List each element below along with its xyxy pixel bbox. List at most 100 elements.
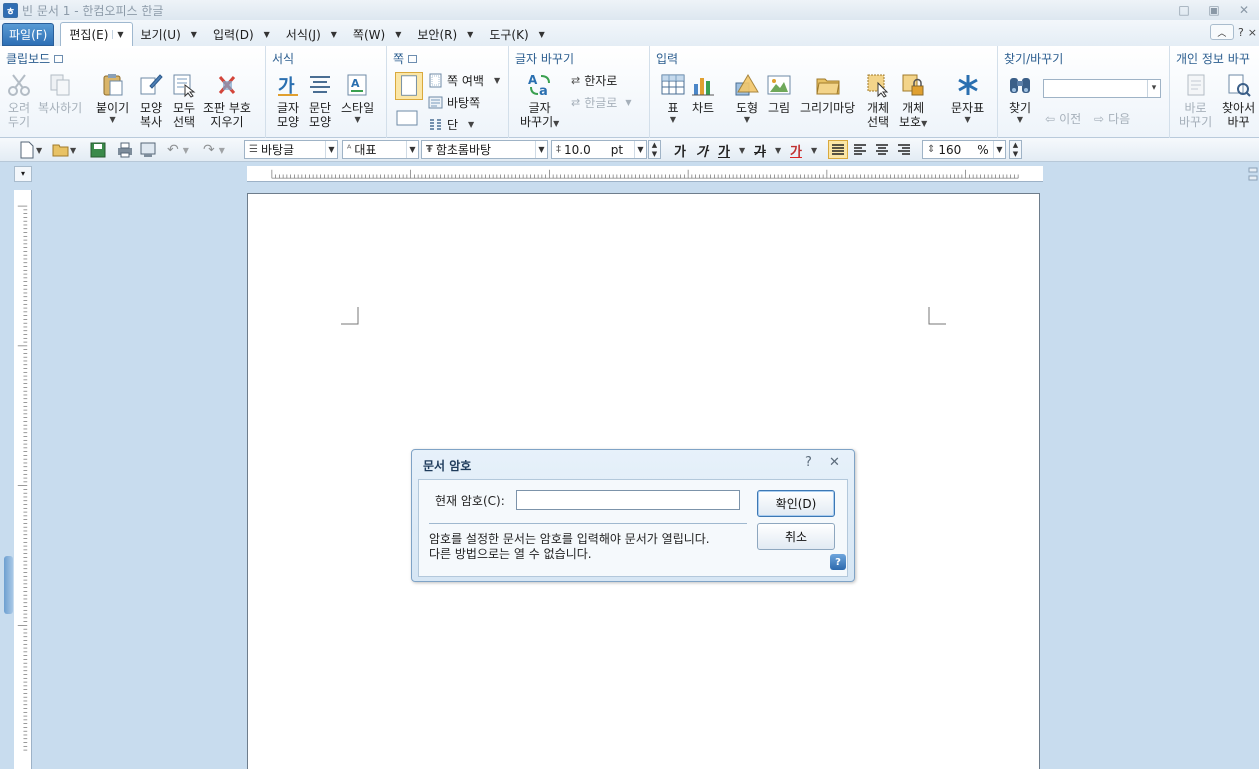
menu-tab-security[interactable]: 보안(R) ▼ <box>409 22 481 46</box>
chevron-down-icon[interactable]: ▼ <box>739 146 745 155</box>
new-doc-button[interactable]: ▼ <box>18 140 42 160</box>
help-question-icon[interactable]: ? <box>830 554 846 570</box>
align-justify-button[interactable] <box>828 140 848 159</box>
align-left-button[interactable] <box>850 140 870 159</box>
ok-button[interactable]: 확인(D) <box>757 490 835 517</box>
close-button[interactable]: ✕ <box>1229 0 1259 20</box>
chevron-down-icon[interactable]: ▼ <box>36 146 42 155</box>
privacy-quick-replace-button[interactable]: 바로 바꾸기 <box>1179 72 1212 129</box>
page-setup-icon[interactable] <box>395 72 423 100</box>
to-hanja-button[interactable]: ⇄ 한자로 <box>571 72 617 89</box>
menu-tab-format[interactable]: 서식(J) ▼ <box>278 22 345 46</box>
zoom-combo[interactable]: ⇕ 160% ▼ <box>922 140 1006 159</box>
preview-button[interactable] <box>139 140 157 160</box>
menu-tab-page[interactable]: 쪽(W) ▼ <box>345 22 409 46</box>
char-replace-button[interactable]: Aa 글자 바꾸기▼ <box>520 72 559 129</box>
para-shape-button[interactable]: 문단 모양 <box>307 72 333 129</box>
chevron-down-icon[interactable]: ▼ <box>535 141 547 158</box>
restore-button[interactable]: ▣ <box>1199 0 1229 20</box>
side-panel-handle[interactable] <box>4 556 13 614</box>
paste-button[interactable]: 붙이기 ▼ <box>96 72 129 124</box>
group-expand-icon[interactable] <box>54 54 64 63</box>
doc-close-button[interactable]: × <box>1248 26 1257 39</box>
cut-button[interactable]: 오려 두기 <box>6 72 32 129</box>
chart-button[interactable]: 차트 <box>690 72 716 115</box>
symbols-button[interactable]: 문자표 ▼ <box>951 72 984 124</box>
language-combo[interactable]: ᴬ 대표 ▼ <box>342 140 419 159</box>
char-shape-button[interactable]: 가 글자 모양 <box>275 72 301 129</box>
menu-tab-insert[interactable]: 입력(D) ▼ <box>205 22 278 46</box>
privacy-find-replace-button[interactable]: 찾아서 바꾸 <box>1222 72 1255 129</box>
chevron-down-icon[interactable]: ▼ <box>811 146 817 155</box>
print-button[interactable] <box>116 140 134 160</box>
hwp-app-icon[interactable]: ㅎ <box>3 2 18 18</box>
split-view-icon[interactable] <box>1247 166 1259 196</box>
font-color-button[interactable]: 가 <box>790 141 802 160</box>
object-select-button[interactable]: 개체 선택 <box>865 72 891 129</box>
dialog-close-button[interactable]: ✕ <box>829 455 840 470</box>
drawing-button[interactable]: 그리기마당 <box>800 72 855 115</box>
zoom-spinner[interactable]: ▲ ▼ <box>1009 140 1022 159</box>
font-size-spinner[interactable]: ▲ ▼ <box>648 140 661 159</box>
page-orientation-icon[interactable] <box>395 108 419 128</box>
clear-marks-button[interactable]: 조판 부호 지우기 <box>203 72 251 129</box>
chevron-down-icon[interactable]: ▼ <box>744 115 750 124</box>
spin-up-icon[interactable]: ▲ <box>652 141 657 149</box>
menu-tab-tools[interactable]: 도구(K) ▼ <box>481 22 552 46</box>
chevron-down-icon[interactable]: ▼ <box>109 115 115 124</box>
chevron-down-icon[interactable]: ▼ <box>325 141 337 158</box>
menu-tab-edit[interactable]: 편집(E) ▼ <box>60 22 133 46</box>
chevron-down-icon[interactable]: ▼ <box>775 146 781 155</box>
to-hangul-button[interactable]: ⇄ 한글로 ▼ <box>571 94 632 111</box>
page-margin-button[interactable]: 쪽 여백 ▼ <box>428 72 500 89</box>
spin-down-icon[interactable]: ▼ <box>1013 150 1018 158</box>
style-button[interactable]: A 스타일 ▼ <box>341 72 374 124</box>
minimize-button[interactable]: □ <box>1169 0 1199 20</box>
master-page-button[interactable]: 바탕쪽 <box>428 94 480 111</box>
chevron-down-icon[interactable]: ▼ <box>70 146 76 155</box>
align-right-button[interactable] <box>894 140 914 159</box>
format-painter-button[interactable]: 모양 복사 <box>138 72 164 129</box>
style-combo[interactable]: ☰ 바탕글 ▼ <box>244 140 338 159</box>
table-button[interactable]: 표 ▼ <box>660 72 686 124</box>
find-button[interactable]: 찾기 ▼ <box>1007 72 1033 124</box>
strikethrough-button[interactable]: 가 <box>754 141 766 160</box>
copy-button[interactable]: 복사하기 <box>38 72 82 115</box>
find-text-combo[interactable] <box>1043 79 1161 98</box>
group-expand-icon[interactable] <box>408 54 418 63</box>
select-all-button[interactable]: 모두 선택 <box>171 72 197 129</box>
ruler-toggle-button[interactable]: ▾ <box>14 166 32 182</box>
dialog-help-button[interactable]: ? <box>805 455 812 470</box>
font-size-combo[interactable]: ‡ 10.0 pt ▼ <box>551 140 647 159</box>
cancel-button[interactable]: 취소 <box>757 523 835 550</box>
redo-button[interactable]: ↷ ▼ <box>203 140 225 160</box>
underline-button[interactable]: 가 <box>718 141 730 160</box>
spin-down-icon[interactable]: ▼ <box>652 150 657 158</box>
font-combo[interactable]: Ŧ 함초롬바탕 ▼ <box>421 140 548 159</box>
italic-button[interactable]: 가 <box>696 141 708 160</box>
help-button[interactable]: ? <box>1238 26 1244 39</box>
undo-button[interactable]: ↶ ▼ <box>167 140 189 160</box>
chevron-down-icon[interactable]: ▼ <box>553 119 559 128</box>
vertical-ruler[interactable] <box>14 190 32 769</box>
current-password-input[interactable] <box>516 490 740 510</box>
columns-button[interactable]: 단 ▼ <box>428 116 474 133</box>
chevron-down-icon[interactable]: ▼ <box>670 115 676 124</box>
ribbon-collapse-button[interactable]: ︿ <box>1209 24 1234 40</box>
spin-up-icon[interactable]: ▲ <box>1013 141 1018 149</box>
chevron-down-icon[interactable]: ▼ <box>993 141 1005 158</box>
chevron-down-icon[interactable]: ▼ <box>1017 115 1023 124</box>
chevron-down-icon[interactable]: ▼ <box>921 119 927 128</box>
horizontal-ruler[interactable] <box>247 166 1043 182</box>
chevron-down-icon[interactable]: ▼ <box>112 30 124 39</box>
chevron-down-icon[interactable]: ▼ <box>634 141 646 158</box>
chevron-down-icon[interactable]: ▼ <box>964 115 970 124</box>
save-button[interactable] <box>89 140 107 160</box>
chevron-down-icon[interactable]: ▼ <box>354 115 360 124</box>
bold-button[interactable]: 가 <box>674 141 686 160</box>
chevron-down-icon[interactable]: ▼ <box>406 141 418 158</box>
picture-button[interactable]: 그림 <box>766 72 792 115</box>
object-protect-button[interactable]: 개체 보호▼ <box>899 72 927 129</box>
find-next-button[interactable]: ⇨ 다음 <box>1094 110 1130 127</box>
menu-file[interactable]: 파일(F) <box>2 23 55 46</box>
